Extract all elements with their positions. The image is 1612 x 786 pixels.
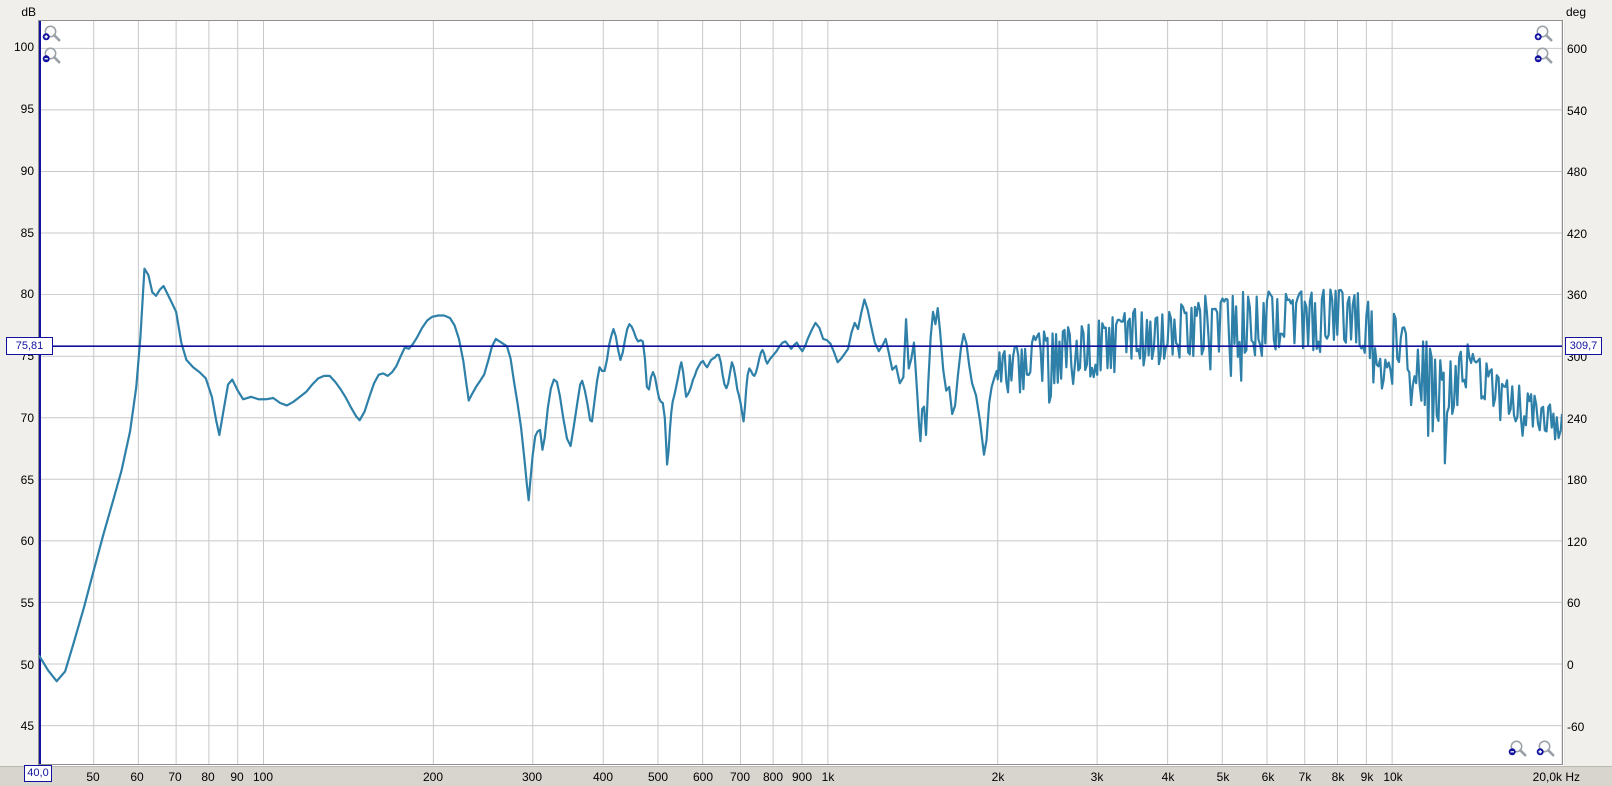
db-tick-label: 50	[20, 658, 34, 672]
deg-tick-label: -60	[1567, 720, 1585, 734]
deg-tick-label: 480	[1567, 165, 1588, 179]
freq-tick-label: 300	[521, 770, 543, 784]
cursor-db-readout[interactable]: 75,81	[6, 337, 53, 355]
deg-zoom-in-magnifier-icon[interactable]	[1533, 24, 1555, 46]
gridlines	[39, 21, 1562, 764]
frequency-response-curve	[39, 267, 1562, 683]
deg-tick-label: 360	[1567, 288, 1588, 302]
freq-tick-label: 100	[252, 770, 274, 784]
deg-tick-label: 0	[1567, 658, 1574, 672]
db-zoom-out-magnifier-icon[interactable]	[41, 46, 63, 68]
measurement-window: dB deg 100 95 90 85 80 75 70 65 60 55 50 45 600 540 4…	[0, 0, 1612, 786]
deg-tick-label: 120	[1567, 535, 1588, 549]
db-tick-label: 70	[20, 411, 34, 425]
deg-zoom-out-magnifier-icon[interactable]	[1533, 46, 1555, 68]
freq-tick-label: 200	[422, 770, 444, 784]
db-zoom-in-magnifier-icon[interactable]	[41, 24, 63, 46]
db-tick-label: 45	[20, 719, 34, 733]
freq-tick-label: 20,0k Hz	[1532, 770, 1580, 784]
freq-tick-label: 10k	[1383, 770, 1403, 784]
plot-area[interactable]	[38, 20, 1563, 765]
db-tick-label: 65	[20, 473, 34, 487]
freq-zoom-out-magnifier-icon[interactable]	[1507, 739, 1529, 761]
deg-tick-label: 180	[1567, 473, 1588, 487]
deg-axis-title: deg	[1566, 5, 1587, 19]
db-tick-label: 100	[13, 40, 34, 54]
freq-tick-label: 1k	[821, 770, 835, 784]
deg-tick-label: 540	[1567, 104, 1588, 118]
deg-tick-label: 420	[1567, 227, 1588, 241]
db-tick-label: 80	[20, 287, 34, 301]
db-tick-label: 95	[20, 102, 34, 116]
plot-canvas[interactable]	[39, 21, 1562, 764]
deg-tick-label: 60	[1567, 596, 1581, 610]
db-tick-label: 60	[20, 534, 34, 548]
deg-tick-label: 600	[1567, 42, 1588, 56]
deg-tick-label: 240	[1567, 412, 1588, 426]
db-axis-title: dB	[21, 5, 36, 19]
freq-tick-label: 3k	[1090, 770, 1104, 784]
frequency-axis-band: 50 60 70 80 90 100 200 300 400 500 600 700 800 900 1k 2…	[0, 766, 1612, 786]
db-tick-label: 90	[20, 164, 34, 178]
db-tick-label: 55	[20, 596, 34, 610]
cursor-deg-readout[interactable]: 309,7	[1565, 337, 1602, 355]
freq-zoom-in-magnifier-icon[interactable]	[1535, 739, 1557, 761]
freq-tick-label: 2k	[991, 770, 1005, 784]
cursor-freq-readout[interactable]: 40,0	[24, 765, 52, 782]
db-tick-label: 85	[20, 226, 34, 240]
